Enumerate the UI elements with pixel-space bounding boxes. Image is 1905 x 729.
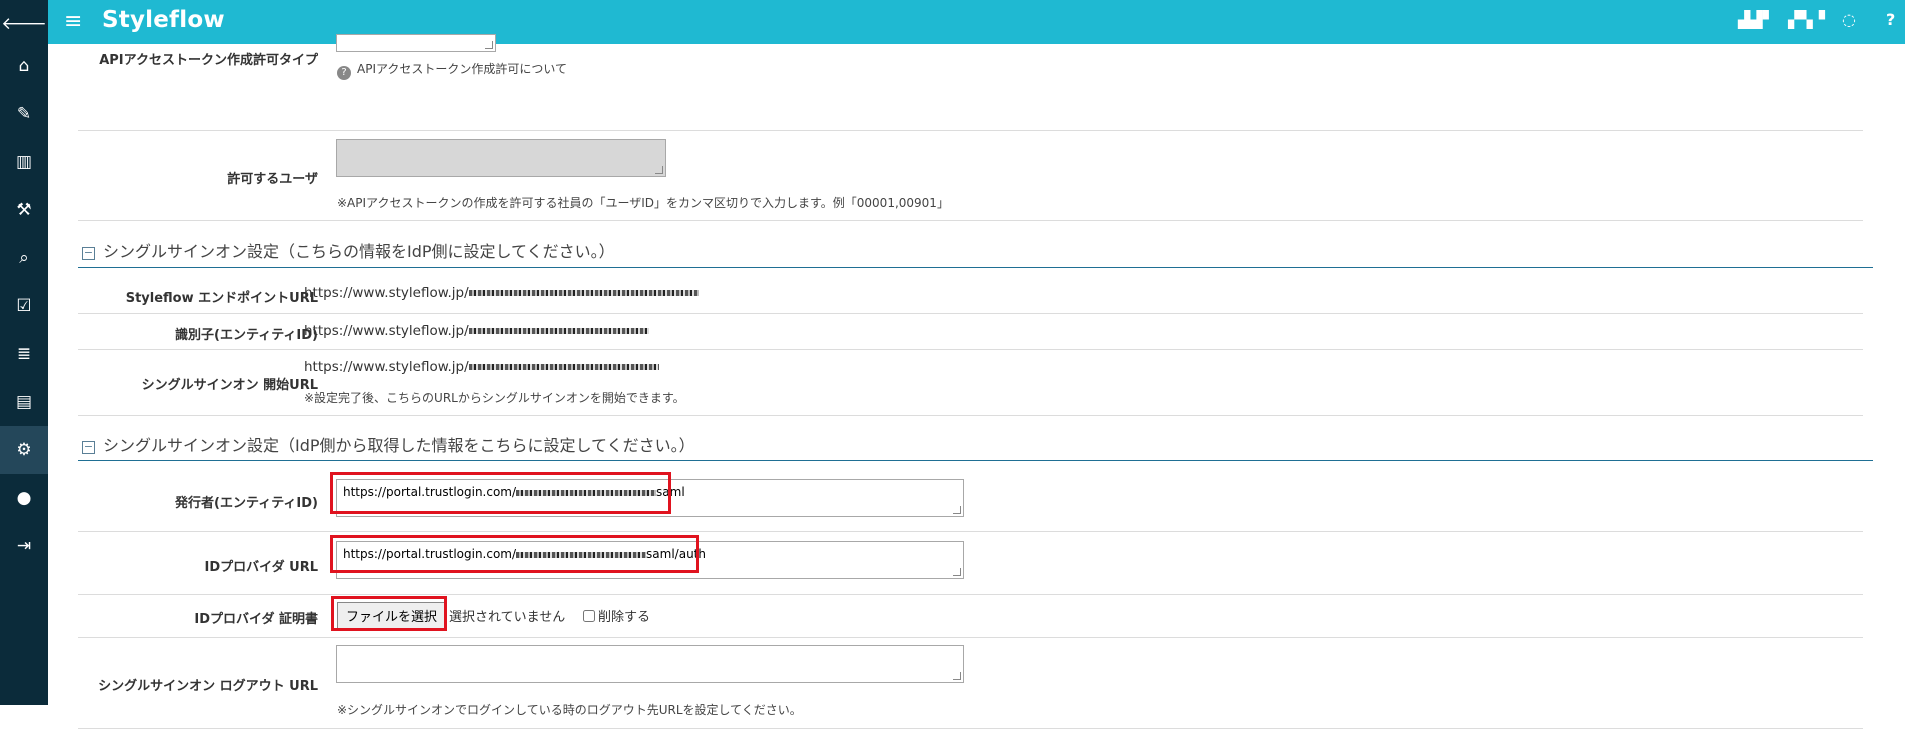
delete-checkbox[interactable]	[583, 610, 595, 622]
brand-logo[interactable]: Styleflow	[102, 7, 225, 33]
certificate-label: IDプロバイダ 証明書	[194, 612, 318, 627]
highlight-box	[331, 596, 447, 631]
search-icon[interactable]: ⌕	[0, 234, 48, 282]
logout-url-label: シングルサインオン ログアウト URL	[98, 679, 318, 694]
sso-start-label: シングルサインオン 開始URL	[141, 378, 318, 393]
sso-outbound-title: シングルサインオン設定（こちらの情報をIdP側に設定してください。）	[103, 242, 615, 261]
issuer-row: 発行者(エンティティID) https://portal.trustlogin.…	[78, 464, 1863, 532]
api-type-row: APIアクセストークン作成許可タイプ ? APIアクセストークン作成許可について	[78, 34, 1863, 131]
sso-start-row: シングルサインオン 開始URL https://www.styleflow.jp…	[78, 350, 1863, 416]
delete-checkbox-group[interactable]: 削除する	[583, 606, 650, 625]
redacted-text	[468, 364, 659, 370]
entity-id-row: 識別子(エンティティID) https://www.styleflow.jp/	[78, 314, 1863, 350]
redacted-text	[468, 290, 699, 296]
logout-url-note: ※シングルサインオンでログインしている時のログアウト先URLを設定してください。	[337, 703, 802, 717]
api-type-help-text[interactable]: APIアクセストークン作成許可について	[357, 62, 567, 76]
user-icon[interactable]: ●	[0, 474, 48, 522]
issuer-label: 発行者(エンティティID)	[175, 496, 318, 511]
sso-start-value: https://www.styleflow.jp/	[304, 359, 659, 375]
edit-icon[interactable]: ✎	[0, 90, 48, 138]
sso-start-note: ※設定完了後、こちらのURLからシングルサインオンを開始できます。	[304, 391, 685, 405]
checkbox-icon[interactable]: ☑	[0, 282, 48, 330]
idp-url-row: IDプロバイダ URL https://portal.trustlogin.co…	[78, 532, 1863, 595]
file-status-text: 選択されていません	[449, 610, 566, 625]
endpoint-url-value: https://www.styleflow.jp/	[304, 285, 699, 301]
settings-content: APIアクセストークン作成許可タイプ ? APIアクセストークン作成許可について …	[48, 34, 1905, 729]
endpoint-url-row: Styleflow エンドポイントURL https://www.stylefl…	[78, 270, 1863, 314]
redacted-text	[468, 328, 649, 334]
gears-icon[interactable]: ⚙	[0, 426, 48, 474]
entity-id-value: https://www.styleflow.jp/	[304, 323, 649, 339]
home-icon[interactable]: ⌂	[0, 42, 48, 90]
api-type-select[interactable]	[336, 34, 496, 52]
allowed-users-row: 許可するユーザ ※APIアクセストークンの作成を許可する社員の「ユーザID」をカ…	[78, 131, 1863, 221]
sso-inbound-section-header[interactable]: − シングルサインオン設定（IdP側から取得した情報をこちらに設定してください。）	[78, 428, 1873, 461]
allowed-users-textarea[interactable]	[336, 139, 666, 177]
help-circle-icon: ?	[337, 66, 351, 80]
api-type-help-link: ? APIアクセストークン作成許可について	[337, 60, 567, 80]
sso-inbound-title: シングルサインオン設定（IdP側から取得した情報をこちらに設定してください。）	[103, 436, 695, 455]
highlight-box	[330, 472, 671, 514]
highlight-box	[330, 535, 699, 573]
bell-icon[interactable]: ▞▚▝	[1788, 10, 1825, 29]
hamburger-menu-icon[interactable]: ≡	[64, 9, 82, 35]
delete-label: 削除する	[598, 610, 651, 625]
help-icon[interactable]: ?	[1886, 10, 1895, 29]
logout-icon[interactable]: ⇥	[0, 522, 48, 570]
collapse-toggle-icon[interactable]: −	[82, 441, 95, 454]
logout-url-textarea[interactable]	[336, 645, 964, 683]
book-icon[interactable]: ▥	[0, 138, 48, 186]
sidebar: 🡐 ⌂ ✎ ▥ ⚒ ⌕ ☑ ≣ ▤ ⚙ ● ⇥	[0, 0, 48, 705]
allowed-users-note: ※APIアクセストークンの作成を許可する社員の「ユーザID」をカンマ区切りで入力…	[337, 196, 949, 210]
endpoint-url-label: Styleflow エンドポイントURL	[125, 291, 318, 306]
certificate-row: IDプロバイダ 証明書 ファイルを選択 選択されていません 削除する	[78, 595, 1863, 638]
logout-url-row: シングルサインオン ログアウト URL ※シングルサインオンでログインしている時…	[78, 638, 1863, 729]
idp-url-label: IDプロバイダ URL	[204, 560, 318, 575]
collapse-toggle-icon[interactable]: −	[82, 247, 95, 260]
entity-id-label: 識別子(エンティティID)	[175, 328, 318, 343]
chat-icon[interactable]: ◌	[1842, 10, 1856, 29]
back-arrow-icon[interactable]: 🡐	[0, 0, 48, 48]
sso-outbound-section-header[interactable]: − シングルサインオン設定（こちらの情報をIdP側に設定してください。）	[78, 234, 1873, 268]
server-icon[interactable]: ≣	[0, 330, 48, 378]
api-type-label: APIアクセストークン作成許可タイプ	[99, 53, 318, 68]
allowed-users-label: 許可するユーザ	[227, 172, 318, 187]
id-card-icon[interactable]: ▤	[0, 378, 48, 426]
gavel-icon[interactable]: ⚒	[0, 186, 48, 234]
flag-icon[interactable]: ▟▟▘	[1738, 10, 1775, 29]
